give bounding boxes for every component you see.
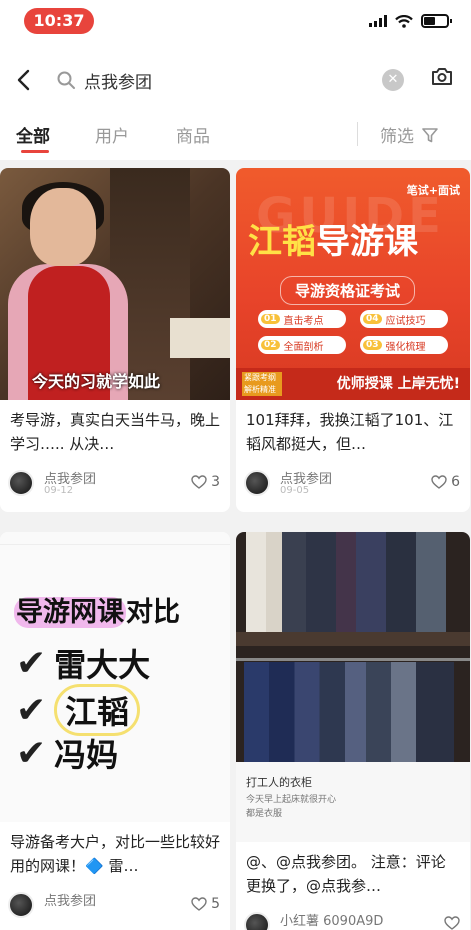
- card-title: @、@点我参团。 注意：评论更换了，@点我参…: [246, 853, 446, 895]
- filter-button[interactable]: 筛选: [380, 122, 438, 147]
- like-count: 3: [211, 474, 220, 490]
- cover-title: 导游网课对比: [14, 597, 180, 628]
- feature-pill: 03 强化梳理: [360, 336, 448, 354]
- note-card[interactable]: 打工人的衣柜 今天早上起床就很开心 都是衣服 @、@点我参团。 注意：评论更换了…: [236, 532, 470, 930]
- card-cover-image: 今天的习就学如此: [0, 168, 230, 400]
- camera-icon: [432, 68, 452, 85]
- compare-item: ✔ 江韬: [16, 684, 141, 736]
- search-bar: 点我参团 ✕: [0, 56, 471, 104]
- avatar[interactable]: [8, 470, 34, 496]
- wifi-icon: [395, 14, 413, 28]
- signal-icon: [369, 15, 387, 27]
- like-count: 5: [211, 896, 220, 912]
- tab-users[interactable]: 用户: [95, 122, 129, 147]
- status-icons: [369, 14, 452, 28]
- checkmark-icon: ✔: [16, 732, 47, 774]
- close-icon: ✕: [387, 72, 399, 87]
- active-tab-indicator: [21, 150, 49, 153]
- avatar[interactable]: [244, 912, 270, 930]
- card-title: 考导游，真实白天当牛马，晚上学习….. 从决…: [10, 411, 221, 453]
- card-footer: 小红薯 6090A9D: [236, 906, 470, 930]
- heart-icon: [431, 475, 447, 489]
- search-input[interactable]: 点我参团 ✕: [52, 64, 412, 96]
- card-footer: 点我参团 09-12 3: [0, 464, 230, 498]
- battery-icon: [421, 14, 452, 28]
- cover-title: 江韬导游课: [248, 222, 418, 262]
- heart-icon: [191, 475, 207, 489]
- avatar[interactable]: [8, 892, 34, 918]
- filter-label: 筛选: [380, 127, 414, 147]
- back-button[interactable]: [10, 64, 40, 96]
- cover-slogan: 优师授课 上岸无忧!: [336, 376, 460, 392]
- tab-divider: [357, 122, 358, 146]
- card-title: 导游备考大户，对比一些比较好用的网课！🔷 雷…: [10, 833, 221, 875]
- search-results-feed: 今天的习就学如此 考导游，真实白天当牛马，晚上学习….. 从决… 点我参团 09…: [0, 160, 471, 930]
- note-card[interactable]: 今天的习就学如此 考导游，真实白天当牛马，晚上学习….. 从决… 点我参团 09…: [0, 168, 230, 512]
- search-query: 点我参团: [84, 73, 152, 93]
- funnel-icon: [422, 127, 438, 142]
- like-button[interactable]: [444, 916, 460, 930]
- note-card[interactable]: 导游网课对比 ✔ 雷大大 ✔ 江韬 ✔ 冯妈 导游备考大户，对比一些比较好用的网课！🔷…: [0, 532, 230, 930]
- cover-caption: 今天的习就学如此: [32, 372, 161, 391]
- like-button[interactable]: 5: [191, 896, 220, 912]
- post-date: 09-12: [44, 485, 74, 496]
- feature-pill: 02 全面剖析: [258, 336, 346, 354]
- compare-item: ✔ 冯妈: [16, 732, 119, 775]
- cover-logo: 紧跟考纲 解析精准: [242, 372, 282, 396]
- back-arrow-icon: [17, 69, 30, 91]
- cover-tag: 笔试+面试: [406, 184, 460, 197]
- status-bar: 10:37: [0, 0, 471, 40]
- heart-icon: [191, 897, 207, 911]
- card-footer: 点我参团 5: [0, 886, 230, 920]
- avatar[interactable]: [244, 470, 270, 496]
- checkmark-icon: ✔: [16, 642, 47, 684]
- like-count: 6: [451, 474, 460, 490]
- like-button[interactable]: 6: [431, 474, 460, 490]
- note-card[interactable]: GUIDE 笔试+面试 江韬导游课 导游资格证考试 01 直击考点 04 应试技巧 …: [236, 168, 470, 512]
- checkmark-icon: ✔: [16, 689, 47, 731]
- clear-search-button[interactable]: ✕: [382, 69, 404, 91]
- post-date: 09-05: [280, 485, 310, 496]
- author-name[interactable]: 点我参团: [44, 890, 96, 909]
- card-cover-image: 打工人的衣柜 今天早上起床就很开心 都是衣服: [236, 532, 470, 842]
- cover-text-panel: 打工人的衣柜 今天早上起床就很开心 都是衣服: [236, 762, 470, 842]
- result-tabs: 全部 用户 商品 筛选: [0, 112, 471, 156]
- author-name[interactable]: 小红薯 6090A9D: [280, 910, 383, 929]
- feature-pill: 04 应试技巧: [360, 310, 448, 328]
- like-button[interactable]: 3: [191, 474, 220, 490]
- cover-subtitle: 导游资格证考试: [280, 276, 416, 305]
- status-time: 10:37: [24, 8, 94, 34]
- tab-products[interactable]: 商品: [176, 122, 210, 147]
- heart-icon: [444, 916, 460, 930]
- camera-search-button[interactable]: [431, 66, 453, 90]
- tab-all[interactable]: 全部: [16, 122, 50, 147]
- compare-item: ✔ 雷大大: [16, 642, 151, 685]
- card-footer: 点我参团 09-05 6: [236, 464, 470, 498]
- card-title: 101拜拜，我换江韬了101、江韬风都挺大，但…: [246, 411, 454, 453]
- cover-features: 01 直击考点 04 应试技巧 02 全面剖析 03 强化梳理: [258, 310, 448, 354]
- card-cover-image: GUIDE 笔试+面试 江韬导游课 导游资格证考试 01 直击考点 04 应试技巧 …: [236, 168, 470, 400]
- feature-pill: 01 直击考点: [258, 310, 346, 328]
- search-icon: [57, 71, 75, 89]
- card-cover-image: 导游网课对比 ✔ 雷大大 ✔ 江韬 ✔ 冯妈: [0, 532, 230, 822]
